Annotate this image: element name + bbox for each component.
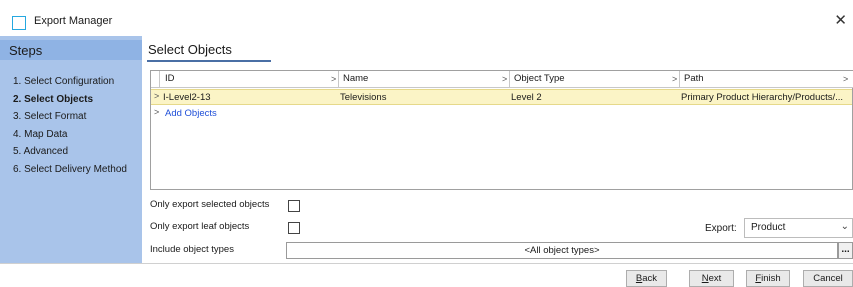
cell-id: I-Level2-13 <box>163 92 211 103</box>
object-types-field[interactable]: <All object types> <box>286 242 838 259</box>
column-header-name[interactable]: Name <box>339 71 368 88</box>
only-selected-label: Only export selected objects <box>150 199 270 210</box>
column-header-id[interactable]: ID <box>161 71 175 88</box>
cell-object-type: Level 2 <box>511 92 542 103</box>
step-select-objects[interactable]: 2. Select Objects <box>13 91 127 109</box>
next-label: ext <box>708 273 722 284</box>
sort-chevron-icon[interactable]: > <box>843 71 848 87</box>
cancel-button[interactable]: Cancel <box>803 270 853 287</box>
row-expander-icon[interactable]: > <box>154 91 159 101</box>
only-leaf-checkbox[interactable] <box>288 222 300 234</box>
title-underline <box>147 60 271 62</box>
cell-name: Televisions <box>340 92 387 103</box>
close-icon[interactable]: ✕ <box>834 11 847 29</box>
only-selected-checkbox[interactable] <box>288 200 300 212</box>
include-types-label: Include object types <box>150 244 234 255</box>
table-row[interactable]: > I-Level2-13 Televisions Level 2 Primar… <box>151 89 852 105</box>
window-title: Export Manager <box>34 15 113 27</box>
finish-label: inish <box>761 273 781 284</box>
step-map-data[interactable]: 4. Map Data <box>13 126 127 144</box>
export-label: Export: <box>705 223 737 234</box>
steps-list: 1. Select Configuration 2. Select Object… <box>13 73 127 178</box>
step-select-format[interactable]: 3. Select Format <box>13 108 127 126</box>
only-leaf-label: Only export leaf objects <box>150 221 250 232</box>
column-divider <box>159 71 160 88</box>
next-button[interactable]: Next <box>689 270 734 287</box>
cancel-label: Cancel <box>813 273 843 284</box>
table-header: ID > Name > Object Type > Path > <box>151 71 853 88</box>
step-advanced[interactable]: 5. Advanced <box>13 143 127 161</box>
add-objects-row[interactable]: > Add Objects <box>151 106 852 120</box>
cell-path: Primary Product Hierarchy/Products/... <box>681 92 844 103</box>
back-button[interactable]: Back <box>626 270 667 287</box>
add-objects-link[interactable]: Add Objects <box>165 107 217 123</box>
next-mnemonic: N <box>701 273 709 284</box>
objects-table[interactable]: ID > Name > Object Type > Path > > I-Lev… <box>150 70 853 190</box>
step-select-delivery-method[interactable]: 6. Select Delivery Method <box>13 161 127 179</box>
row-expander-icon[interactable]: > <box>154 107 159 117</box>
sort-chevron-icon[interactable]: > <box>502 71 507 87</box>
back-label: ack <box>642 273 658 284</box>
window-square-icon <box>12 16 26 30</box>
step-select-configuration[interactable]: 1. Select Configuration <box>13 73 127 91</box>
browse-types-button[interactable]: ... <box>838 242 853 259</box>
sort-chevron-icon[interactable]: > <box>331 71 336 87</box>
steps-title: Steps <box>9 43 43 58</box>
chevron-down-icon: ⌄ <box>840 221 849 232</box>
footer-divider <box>0 263 853 264</box>
finish-button[interactable]: Finish <box>746 270 790 287</box>
column-header-object-type[interactable]: Object Type <box>510 71 565 88</box>
title-bar <box>0 0 853 36</box>
export-select[interactable]: Product ⌄ <box>744 218 853 238</box>
export-select-value: Product <box>751 222 786 233</box>
page-title: Select Objects <box>148 42 232 57</box>
column-header-path[interactable]: Path <box>680 71 704 88</box>
sort-chevron-icon[interactable]: > <box>672 71 677 87</box>
